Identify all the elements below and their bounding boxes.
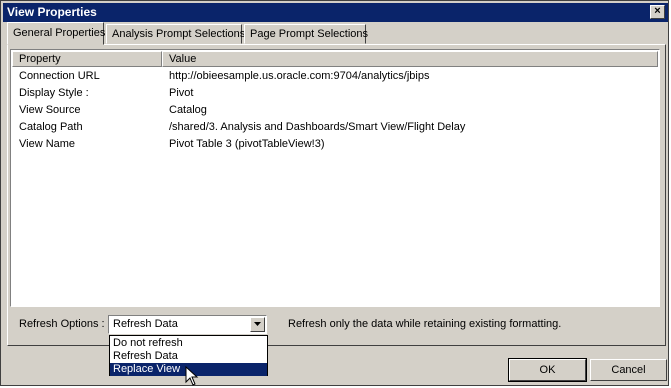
property-cell: Connection URL (19, 70, 100, 82)
refresh-options-label: Refresh Options : (19, 318, 105, 330)
tab-analysis-prompt-selections[interactable]: Analysis Prompt Selections (106, 24, 245, 44)
ok-button[interactable]: OK (508, 358, 587, 382)
value-cell: Catalog (169, 104, 207, 116)
value-cell: Pivot Table 3 (pivotTableView!3) (169, 138, 325, 150)
value-cell: Pivot (169, 87, 194, 99)
column-header-value[interactable]: Value (162, 51, 658, 67)
property-cell: Catalog Path (19, 121, 83, 133)
title-bar: View Properties × (3, 3, 668, 22)
window-title: View Properties (7, 5, 97, 19)
property-cell: View Source (19, 104, 81, 116)
view-properties-dialog: View Properties × General Properties Ana… (0, 0, 669, 386)
option-do-not-refresh[interactable]: Do not refresh (110, 337, 267, 350)
column-header-property[interactable]: Property (12, 51, 162, 67)
dropdown-arrow-button[interactable] (250, 317, 265, 332)
grid-header: Property Value (12, 51, 658, 67)
cancel-button[interactable]: Cancel (590, 359, 667, 381)
tab-general-properties[interactable]: General Properties (7, 22, 105, 45)
refresh-description: Refresh only the data while retaining ex… (288, 318, 562, 330)
property-cell: Display Style : (19, 87, 89, 99)
option-refresh-data[interactable]: Refresh Data (110, 350, 267, 363)
value-cell: http://obieesample.us.oracle.com:9704/an… (169, 70, 430, 82)
mouse-pointer-icon (185, 366, 199, 386)
tab-page-prompt-selections[interactable]: Page Prompt Selections (244, 24, 368, 44)
refresh-options-value: Refresh Data (113, 318, 178, 330)
refresh-options-select[interactable]: Refresh Data (108, 315, 267, 334)
properties-grid: Property Value Connection URL http://obi… (10, 49, 660, 307)
close-icon[interactable]: × (650, 5, 665, 19)
chevron-down-icon (254, 322, 261, 326)
property-cell: View Name (19, 138, 76, 150)
value-cell: /shared/3. Analysis and Dashboards/Smart… (169, 121, 466, 133)
